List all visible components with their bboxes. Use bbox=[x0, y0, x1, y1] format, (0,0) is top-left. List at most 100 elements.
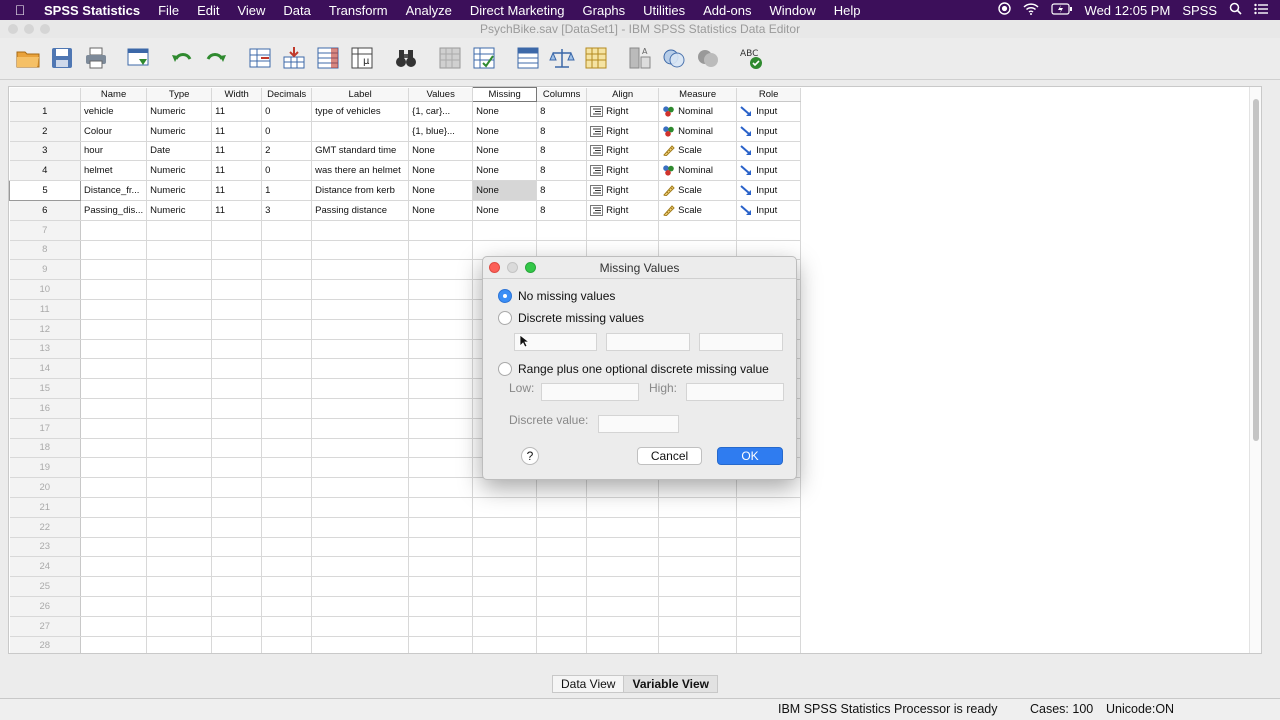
menu-view[interactable]: View bbox=[228, 3, 274, 18]
cell-width[interactable]: 11 bbox=[211, 121, 263, 142]
empty-row[interactable]: 26 bbox=[9, 596, 802, 617]
empty-cell[interactable] bbox=[211, 616, 263, 637]
cell-name[interactable]: vehicle bbox=[80, 101, 148, 122]
discrete-missing-values-radio[interactable]: Discrete missing values bbox=[498, 311, 644, 325]
empty-cell[interactable] bbox=[211, 319, 263, 340]
menu-data[interactable]: Data bbox=[274, 3, 319, 18]
empty-cell[interactable] bbox=[408, 497, 474, 518]
empty-cell[interactable] bbox=[658, 556, 738, 578]
empty-cell[interactable] bbox=[146, 517, 213, 538]
cell-columns[interactable]: 8 bbox=[536, 160, 588, 182]
empty-cell[interactable] bbox=[408, 596, 474, 617]
menu-edit[interactable]: Edit bbox=[188, 3, 228, 18]
discrete-value-field-2[interactable] bbox=[606, 333, 690, 351]
variable-row[interactable]: 2 Colour Numeric 11 0 {1, blue}... None 8 Right N… bbox=[9, 121, 802, 142]
empty-cell[interactable] bbox=[80, 576, 148, 597]
empty-cell[interactable] bbox=[80, 378, 148, 399]
empty-cell[interactable] bbox=[211, 378, 263, 399]
cell-measure[interactable]: Nominal bbox=[658, 121, 738, 142]
column-header-missing[interactable]: Missing bbox=[472, 87, 538, 102]
empty-cell[interactable] bbox=[146, 220, 213, 241]
variable-row[interactable]: 1 vehicle Numeric 11 0 type of vehicles {1, ca… bbox=[9, 101, 802, 122]
cell-measure[interactable]: Scale bbox=[658, 200, 738, 221]
empty-cell[interactable] bbox=[311, 319, 410, 340]
empty-cell[interactable] bbox=[408, 279, 474, 300]
cell-align[interactable]: Right bbox=[586, 141, 660, 162]
go-to-variable-icon[interactable] bbox=[280, 44, 308, 72]
empty-cell[interactable] bbox=[658, 596, 738, 617]
empty-cell[interactable] bbox=[536, 220, 588, 241]
empty-cell[interactable] bbox=[146, 636, 213, 653]
empty-cell[interactable] bbox=[261, 497, 313, 518]
column-header-align[interactable]: Align bbox=[586, 87, 660, 102]
empty-cell[interactable] bbox=[472, 596, 538, 617]
empty-cell[interactable] bbox=[472, 636, 538, 653]
empty-cell[interactable] bbox=[736, 220, 802, 241]
user-menu[interactable]: SPSS bbox=[1182, 3, 1217, 18]
menu-window[interactable]: Window bbox=[761, 3, 825, 18]
empty-cell[interactable] bbox=[311, 517, 410, 538]
empty-cell[interactable] bbox=[408, 616, 474, 637]
row-number[interactable]: 28 bbox=[9, 636, 81, 653]
empty-cell[interactable] bbox=[311, 497, 410, 518]
select-cases-icon[interactable] bbox=[582, 44, 610, 72]
empty-cell[interactable] bbox=[658, 616, 738, 637]
empty-cell[interactable] bbox=[408, 477, 474, 498]
variable-row[interactable]: 4 helmet Numeric 11 0 was there an helmet None… bbox=[9, 160, 802, 182]
cell-type[interactable]: Numeric bbox=[146, 121, 213, 142]
empty-cell[interactable] bbox=[211, 497, 263, 518]
empty-cell[interactable] bbox=[408, 556, 474, 578]
empty-cell[interactable] bbox=[80, 556, 148, 578]
cell-decimals[interactable]: 2 bbox=[261, 141, 313, 162]
empty-cell[interactable] bbox=[536, 636, 588, 653]
cell-missing[interactable]: None bbox=[472, 121, 538, 142]
empty-cell[interactable] bbox=[408, 299, 474, 320]
empty-cell[interactable] bbox=[586, 636, 660, 653]
empty-cell[interactable] bbox=[211, 299, 263, 320]
row-number[interactable]: 2 bbox=[9, 121, 81, 142]
cell-label[interactable]: Distance from kerb bbox=[311, 180, 410, 201]
empty-cell[interactable] bbox=[311, 596, 410, 617]
empty-cell[interactable] bbox=[146, 497, 213, 518]
empty-cell[interactable] bbox=[146, 378, 213, 399]
empty-cell[interactable] bbox=[311, 339, 410, 360]
row-number[interactable]: 25 bbox=[9, 576, 81, 597]
print-icon[interactable] bbox=[82, 44, 110, 72]
empty-cell[interactable] bbox=[146, 259, 213, 281]
column-header-width[interactable]: Width bbox=[211, 87, 263, 102]
row-number[interactable]: 24 bbox=[9, 556, 81, 578]
dialog-close-button[interactable] bbox=[489, 262, 500, 273]
cell-name[interactable]: helmet bbox=[80, 160, 148, 182]
empty-cell[interactable] bbox=[80, 418, 148, 439]
empty-cell[interactable] bbox=[311, 240, 410, 261]
row-number[interactable]: 13 bbox=[9, 339, 81, 360]
empty-cell[interactable] bbox=[472, 477, 538, 498]
empty-cell[interactable] bbox=[586, 596, 660, 617]
empty-cell[interactable] bbox=[261, 636, 313, 653]
row-number[interactable]: 23 bbox=[9, 537, 81, 558]
cell-columns[interactable]: 8 bbox=[536, 141, 588, 162]
empty-cell[interactable] bbox=[146, 339, 213, 360]
cell-columns[interactable]: 8 bbox=[536, 200, 588, 221]
discrete-value-field-3[interactable] bbox=[699, 333, 783, 351]
high-field[interactable] bbox=[686, 383, 784, 401]
empty-cell[interactable] bbox=[80, 279, 148, 300]
empty-row[interactable]: 27 bbox=[9, 616, 802, 637]
cell-values[interactable]: {1, blue}... bbox=[408, 121, 474, 142]
empty-cell[interactable] bbox=[658, 576, 738, 597]
wifi-icon[interactable] bbox=[1023, 2, 1039, 18]
empty-cell[interactable] bbox=[736, 636, 802, 653]
empty-cell[interactable] bbox=[211, 279, 263, 300]
cell-width[interactable]: 11 bbox=[211, 101, 263, 122]
empty-cell[interactable] bbox=[261, 616, 313, 637]
empty-cell[interactable] bbox=[736, 517, 802, 538]
empty-cell[interactable] bbox=[80, 438, 148, 459]
empty-cell[interactable] bbox=[146, 240, 213, 261]
empty-cell[interactable] bbox=[80, 220, 148, 241]
empty-cell[interactable] bbox=[586, 616, 660, 637]
empty-cell[interactable] bbox=[586, 576, 660, 597]
empty-cell[interactable] bbox=[211, 240, 263, 261]
cell-role[interactable]: Input bbox=[736, 141, 802, 162]
open-folder-icon[interactable] bbox=[14, 44, 42, 72]
cell-role[interactable]: Input bbox=[736, 200, 802, 221]
